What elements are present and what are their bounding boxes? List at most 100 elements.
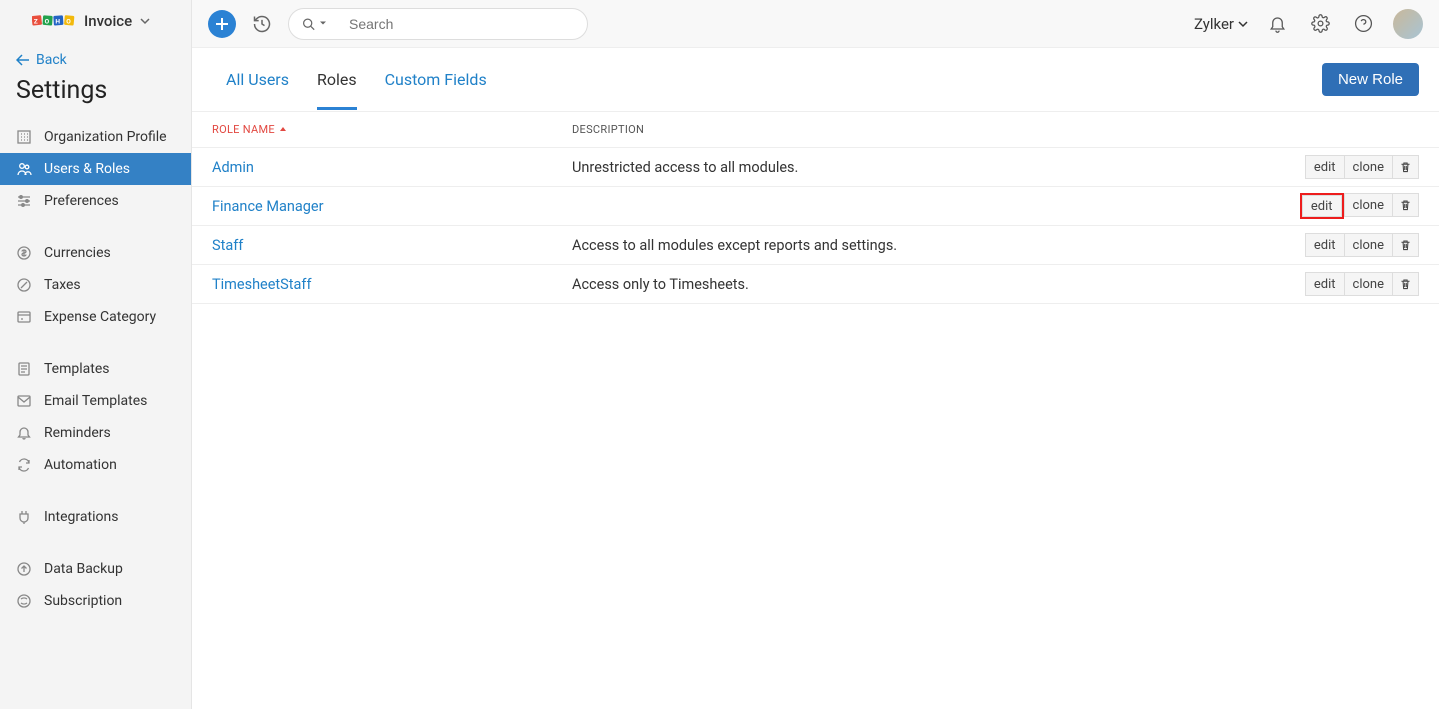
sliders-icon (16, 193, 32, 209)
table-row: TimesheetStaff Access only to Timesheets.… (192, 265, 1439, 304)
topbar: Zylker (192, 0, 1439, 48)
table-row: Staff Access to all modules except report… (192, 226, 1439, 265)
sidebar-item-currencies[interactable]: Currencies (0, 237, 191, 269)
table-header: ROLE NAME DESCRIPTION (192, 112, 1439, 148)
sidebar-item-preferences[interactable]: Preferences (0, 185, 191, 217)
sidebar-item-templates[interactable]: Templates (0, 353, 191, 385)
recent-activity-button[interactable] (252, 14, 272, 34)
clone-button[interactable]: clone (1345, 233, 1393, 257)
subscription-icon (16, 593, 32, 609)
trash-icon (1399, 278, 1412, 291)
sort-asc-icon (279, 126, 287, 134)
sidebar-item-integrations[interactable]: Integrations (0, 501, 191, 533)
role-link[interactable]: Staff (212, 237, 243, 254)
tab-custom-fields[interactable]: Custom Fields (371, 50, 501, 109)
sidebar-item-label: Currencies (44, 245, 111, 261)
currency-icon (16, 245, 32, 261)
table-row: Admin Unrestricted access to all modules.… (192, 148, 1439, 187)
avatar[interactable] (1393, 9, 1423, 39)
caret-down-icon (319, 20, 327, 28)
sidebar-item-label: Preferences (44, 193, 119, 209)
svg-text:H: H (55, 17, 60, 25)
search-scope[interactable] (302, 17, 327, 30)
search-wrap (288, 8, 588, 40)
role-description: Unrestricted access to all modules. (572, 159, 1259, 176)
edit-button[interactable]: edit (1305, 272, 1345, 296)
trash-icon (1399, 239, 1412, 252)
sidebar-item-label: Expense Category (44, 309, 156, 325)
delete-button[interactable] (1393, 233, 1419, 257)
edit-button[interactable]: edit (1305, 155, 1345, 179)
notifications-button[interactable] (1264, 10, 1291, 37)
main-content: Zylker All Users Roles Custom Fields New… (192, 0, 1439, 709)
delete-button[interactable] (1393, 155, 1419, 179)
org-switcher[interactable]: Zylker (1194, 15, 1248, 33)
svg-text:O: O (66, 17, 71, 25)
back-label: Back (36, 52, 67, 68)
zoho-logo-icon: Z O H O (32, 12, 80, 30)
role-link[interactable]: Admin (212, 159, 254, 176)
clone-button[interactable]: clone (1345, 155, 1393, 179)
page-title: Settings (0, 68, 191, 121)
row-actions: editclone (1305, 272, 1419, 296)
role-description: Access to all modules except reports and… (572, 237, 1259, 254)
trash-icon (1399, 199, 1412, 212)
role-description: Access only to Timesheets. (572, 276, 1259, 293)
column-header-name[interactable]: ROLE NAME (212, 123, 572, 136)
sidebar-item-label: Email Templates (44, 393, 147, 409)
tab-roles[interactable]: Roles (303, 50, 371, 109)
sidebar-item-reminders[interactable]: Reminders (0, 417, 191, 449)
new-role-button[interactable]: New Role (1322, 63, 1419, 96)
delete-button[interactable] (1393, 193, 1419, 217)
roles-table: ROLE NAME DESCRIPTION Admin Unrestricted … (192, 112, 1439, 304)
sidebar-item-label: Templates (44, 361, 110, 377)
sidebar-item-label: Users & Roles (44, 161, 130, 177)
edit-button[interactable]: edit (1305, 233, 1345, 257)
sidebar-item-taxes[interactable]: Taxes (0, 269, 191, 301)
clone-button[interactable]: clone (1345, 272, 1393, 296)
sidebar-item-email-templates[interactable]: Email Templates (0, 385, 191, 417)
sidebar-item-data-backup[interactable]: Data Backup (0, 553, 191, 585)
integration-icon (16, 509, 32, 525)
users-icon (16, 161, 32, 177)
sidebar-item-label: Subscription (44, 593, 122, 609)
row-actions: editclone (1300, 193, 1419, 219)
role-link[interactable]: Finance Manager (212, 198, 324, 215)
sidebar-item-label: Integrations (44, 509, 118, 525)
clone-button[interactable]: clone (1344, 193, 1393, 217)
edit-button[interactable]: edit (1302, 195, 1342, 217)
sidebar-item-label: Automation (44, 457, 117, 473)
sidebar-item-label: Reminders (44, 425, 111, 441)
sidebar-item-automation[interactable]: Automation (0, 449, 191, 481)
tab-all-users[interactable]: All Users (212, 50, 303, 109)
chevron-down-icon (140, 16, 150, 26)
highlighted-edit: edit (1300, 193, 1344, 219)
settings-button[interactable] (1307, 10, 1334, 37)
search-icon (302, 17, 315, 30)
bell-icon (16, 425, 32, 441)
delete-button[interactable] (1393, 272, 1419, 296)
sidebar-item-expense-category[interactable]: Expense Category (0, 301, 191, 333)
quick-create-button[interactable] (208, 10, 236, 38)
automation-icon (16, 457, 32, 473)
tax-icon (16, 277, 32, 293)
sidebar-item-subscription[interactable]: Subscription (0, 585, 191, 617)
template-icon (16, 361, 32, 377)
sidebar: Z O H O Invoice Back Settings Organizati… (0, 0, 192, 709)
sidebar-item-label: Data Backup (44, 561, 123, 577)
sidebar-item-label: Organization Profile (44, 129, 167, 145)
arrow-left-icon (16, 54, 30, 66)
org-name: Zylker (1194, 15, 1234, 33)
column-header-desc[interactable]: DESCRIPTION (572, 123, 1259, 136)
help-button[interactable] (1350, 10, 1377, 37)
svg-text:Z: Z (34, 17, 38, 25)
brand-logo-row[interactable]: Z O H O Invoice (0, 0, 191, 42)
sidebar-item-organization-profile[interactable]: Organization Profile (0, 121, 191, 153)
table-row: Finance Manager editclone (192, 187, 1439, 226)
role-link[interactable]: TimesheetStaff (212, 276, 312, 293)
sidebar-item-users-roles[interactable]: Users & Roles (0, 153, 191, 185)
building-icon (16, 129, 32, 145)
search-input[interactable] (288, 8, 588, 40)
back-link[interactable]: Back (0, 42, 191, 68)
sidebar-item-label: Taxes (44, 277, 81, 293)
